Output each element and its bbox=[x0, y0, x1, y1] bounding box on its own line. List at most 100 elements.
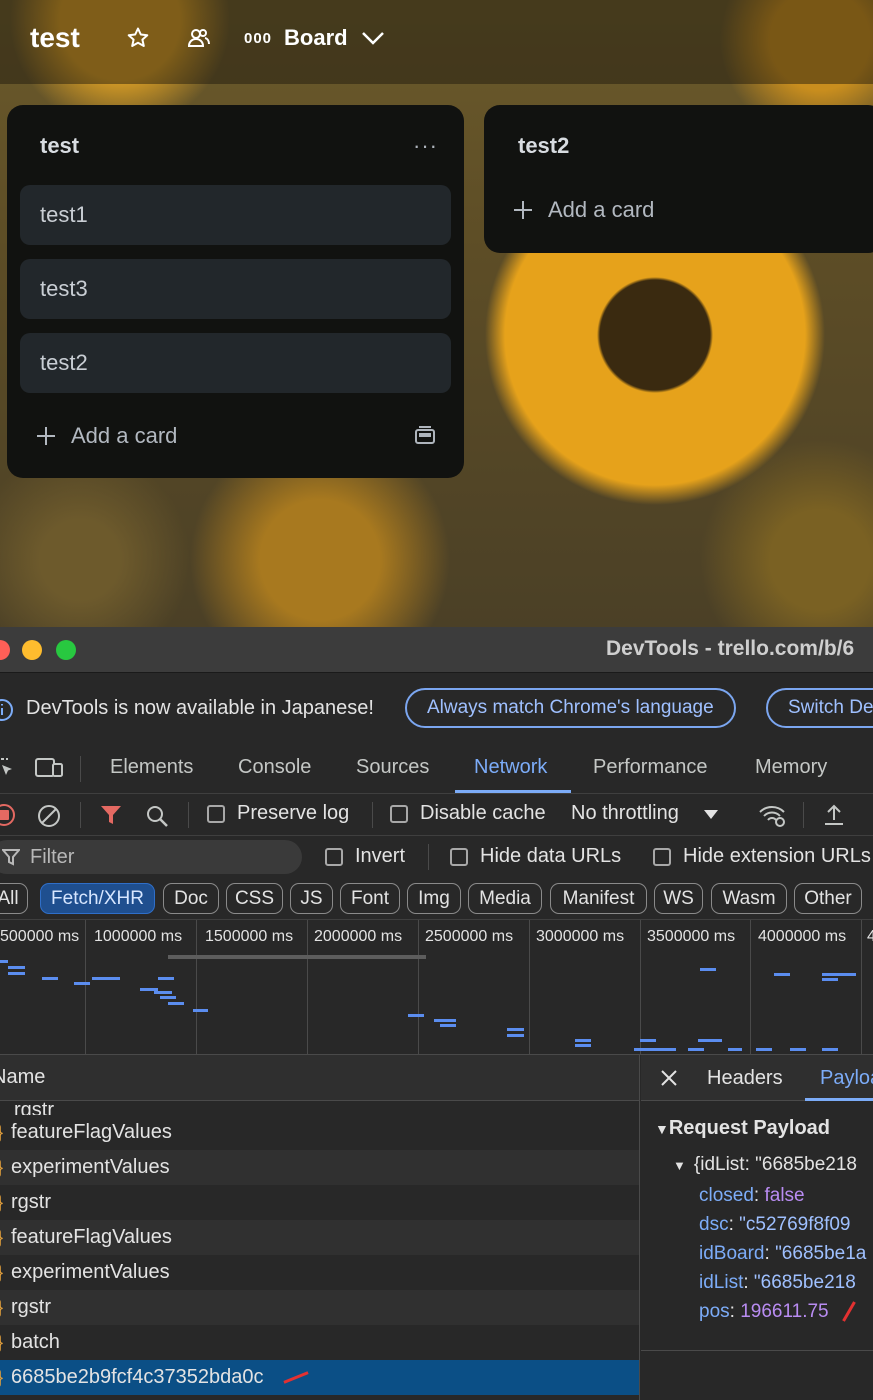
payload-field[interactable]: idList: "6685be218 bbox=[699, 1272, 856, 1294]
tab-headers[interactable]: Headers bbox=[707, 1067, 783, 1090]
checkbox[interactable] bbox=[207, 804, 225, 823]
tab-sources[interactable]: Sources bbox=[356, 756, 429, 779]
hide-extension-urls-checkbox[interactable]: Hide extension URLs bbox=[653, 845, 871, 868]
field-key: idBoard bbox=[699, 1243, 765, 1264]
table-row[interactable]: } rgstr bbox=[0, 1185, 639, 1220]
payload-field[interactable]: closed: false bbox=[699, 1185, 805, 1207]
request-name: experimentValues bbox=[11, 1261, 170, 1283]
tab-performance[interactable]: Performance bbox=[593, 756, 708, 779]
dropdown-arrow-icon bbox=[703, 808, 719, 820]
request-name: featureFlagValues bbox=[11, 1226, 172, 1248]
switch-language-button[interactable]: Switch De bbox=[766, 688, 873, 728]
timeline-tick-label: 3000000 ms bbox=[536, 928, 625, 945]
card-test1[interactable]: test1 bbox=[20, 185, 451, 245]
disable-cache-checkbox[interactable]: Disable cache bbox=[390, 802, 546, 825]
request-name: experimentValues bbox=[11, 1156, 170, 1178]
type-filter-css[interactable]: CSS bbox=[226, 883, 283, 914]
list-menu-button[interactable]: ··· bbox=[413, 133, 438, 159]
device-toolbar-icon[interactable] bbox=[34, 756, 64, 780]
import-har-icon[interactable] bbox=[822, 802, 846, 828]
tab-payload[interactable]: Payload bbox=[820, 1067, 873, 1090]
checkbox[interactable] bbox=[450, 847, 468, 866]
list-title[interactable]: test bbox=[40, 133, 79, 159]
card-template-icon[interactable] bbox=[414, 425, 436, 447]
checkbox[interactable] bbox=[653, 847, 671, 866]
hide-data-urls-checkbox[interactable]: Hide data URLs bbox=[450, 845, 621, 868]
field-key: dsc bbox=[699, 1214, 729, 1235]
field-value: "6685be1a bbox=[775, 1243, 867, 1264]
network-overview-timeline[interactable]: 500000 ms 1000000 ms 1500000 ms 2000000 … bbox=[0, 920, 873, 1055]
table-row[interactable]: } featureFlagValues bbox=[0, 1220, 639, 1255]
timeline-tick-label: 2500000 ms bbox=[425, 928, 514, 945]
table-row-partial[interactable]: rgstr bbox=[0, 1101, 639, 1115]
close-icon[interactable] bbox=[659, 1068, 679, 1088]
payload-section-header[interactable]: ▼Request Payload bbox=[655, 1117, 830, 1140]
filter-bar: Filter Invert Hide data URLs Hide extens… bbox=[0, 836, 873, 878]
invert-checkbox[interactable]: Invert bbox=[325, 845, 405, 868]
table-row[interactable]: } rgstr bbox=[0, 1290, 639, 1325]
tab-memory[interactable]: Memory bbox=[755, 756, 827, 779]
filter-input[interactable]: Filter bbox=[0, 840, 302, 874]
type-filter-fetch-xhr[interactable]: Fetch/XHR bbox=[40, 883, 155, 914]
table-row[interactable]: } experimentValues bbox=[0, 1255, 639, 1290]
network-conditions-icon[interactable] bbox=[758, 803, 788, 829]
payload-object-summary[interactable]: ▼ {idList: "6685be218 bbox=[673, 1154, 857, 1176]
record-stop-icon[interactable] bbox=[0, 803, 16, 827]
checkbox[interactable] bbox=[325, 847, 343, 866]
search-icon[interactable] bbox=[145, 804, 169, 828]
type-filter-ws[interactable]: WS bbox=[654, 883, 703, 914]
type-filter-js[interactable]: JS bbox=[290, 883, 333, 914]
request-detail-pane: Headers Payload ▼Request Payload ▼{idLis… bbox=[641, 1055, 873, 1400]
preserve-log-checkbox[interactable]: Preserve log bbox=[207, 802, 349, 825]
list-test: test ··· test1 test3 test2 Add a card bbox=[7, 105, 464, 478]
inspect-element-icon[interactable] bbox=[0, 756, 16, 780]
add-card-button[interactable]: Add a card bbox=[35, 423, 177, 449]
chevron-down-icon bbox=[360, 28, 386, 48]
table-row[interactable]: } featureFlagValues bbox=[0, 1115, 639, 1150]
add-card-button[interactable]: Add a card bbox=[512, 197, 654, 223]
board-title[interactable]: test bbox=[30, 20, 80, 56]
clear-icon[interactable] bbox=[36, 803, 62, 829]
tab-console[interactable]: Console bbox=[238, 756, 311, 779]
infobar-message: DevTools is now available in Japanese! bbox=[26, 697, 374, 719]
board-view-switcher[interactable]: 000 Board bbox=[244, 20, 386, 56]
card-test2[interactable]: test2 bbox=[20, 333, 451, 393]
throttling-select[interactable]: No throttling bbox=[571, 802, 719, 825]
payload-field[interactable]: pos: 196611.75 bbox=[699, 1301, 860, 1323]
type-filter-other[interactable]: Other bbox=[794, 883, 862, 914]
type-filter-all[interactable]: All bbox=[0, 883, 28, 914]
type-filter-doc[interactable]: Doc bbox=[163, 883, 219, 914]
list-title[interactable]: test2 bbox=[518, 133, 569, 159]
request-name: rgstr bbox=[14, 1101, 54, 1115]
card-test3[interactable]: test3 bbox=[20, 259, 451, 319]
type-filter-wasm[interactable]: Wasm bbox=[711, 883, 787, 914]
type-filter-img[interactable]: Img bbox=[407, 883, 461, 914]
table-row-selected[interactable]: } 6685be2b9fcf4c37352bda0c bbox=[0, 1360, 639, 1395]
timeline-tick-label: 500000 ms bbox=[0, 928, 80, 945]
filter-funnel-icon[interactable] bbox=[99, 804, 123, 826]
checkbox[interactable] bbox=[390, 804, 408, 823]
table-row[interactable]: } experimentValues bbox=[0, 1150, 639, 1185]
members-icon[interactable] bbox=[185, 20, 213, 56]
timeline-request-bar bbox=[822, 973, 856, 976]
zoom-window-button[interactable] bbox=[56, 640, 76, 660]
name-column-header[interactable]: Name bbox=[0, 1055, 639, 1101]
timeline-request-bar bbox=[822, 978, 838, 981]
type-filter-font[interactable]: Font bbox=[340, 883, 400, 914]
timeline-request-bar bbox=[0, 960, 8, 963]
tab-network[interactable]: Network bbox=[474, 756, 547, 779]
type-filter-media[interactable]: Media bbox=[468, 883, 542, 914]
payload-field[interactable]: idBoard: "6685be1a bbox=[699, 1243, 866, 1265]
timeline-tick-label: 4000000 ms bbox=[758, 928, 847, 945]
close-window-button[interactable] bbox=[0, 640, 10, 660]
payload-field[interactable]: dsc: "c52769f8f09 bbox=[699, 1214, 850, 1236]
minimize-window-button[interactable] bbox=[22, 640, 42, 660]
match-language-button[interactable]: Always match Chrome's language bbox=[405, 688, 736, 728]
table-row[interactable]: } batch bbox=[0, 1325, 639, 1360]
xhr-icon: } bbox=[0, 1262, 5, 1283]
type-filter-manifest[interactable]: Manifest bbox=[550, 883, 647, 914]
detail-tabs: Headers Payload bbox=[641, 1055, 873, 1101]
timeline-request-bar bbox=[74, 982, 90, 985]
star-icon[interactable] bbox=[124, 20, 152, 56]
tab-elements[interactable]: Elements bbox=[110, 756, 193, 779]
